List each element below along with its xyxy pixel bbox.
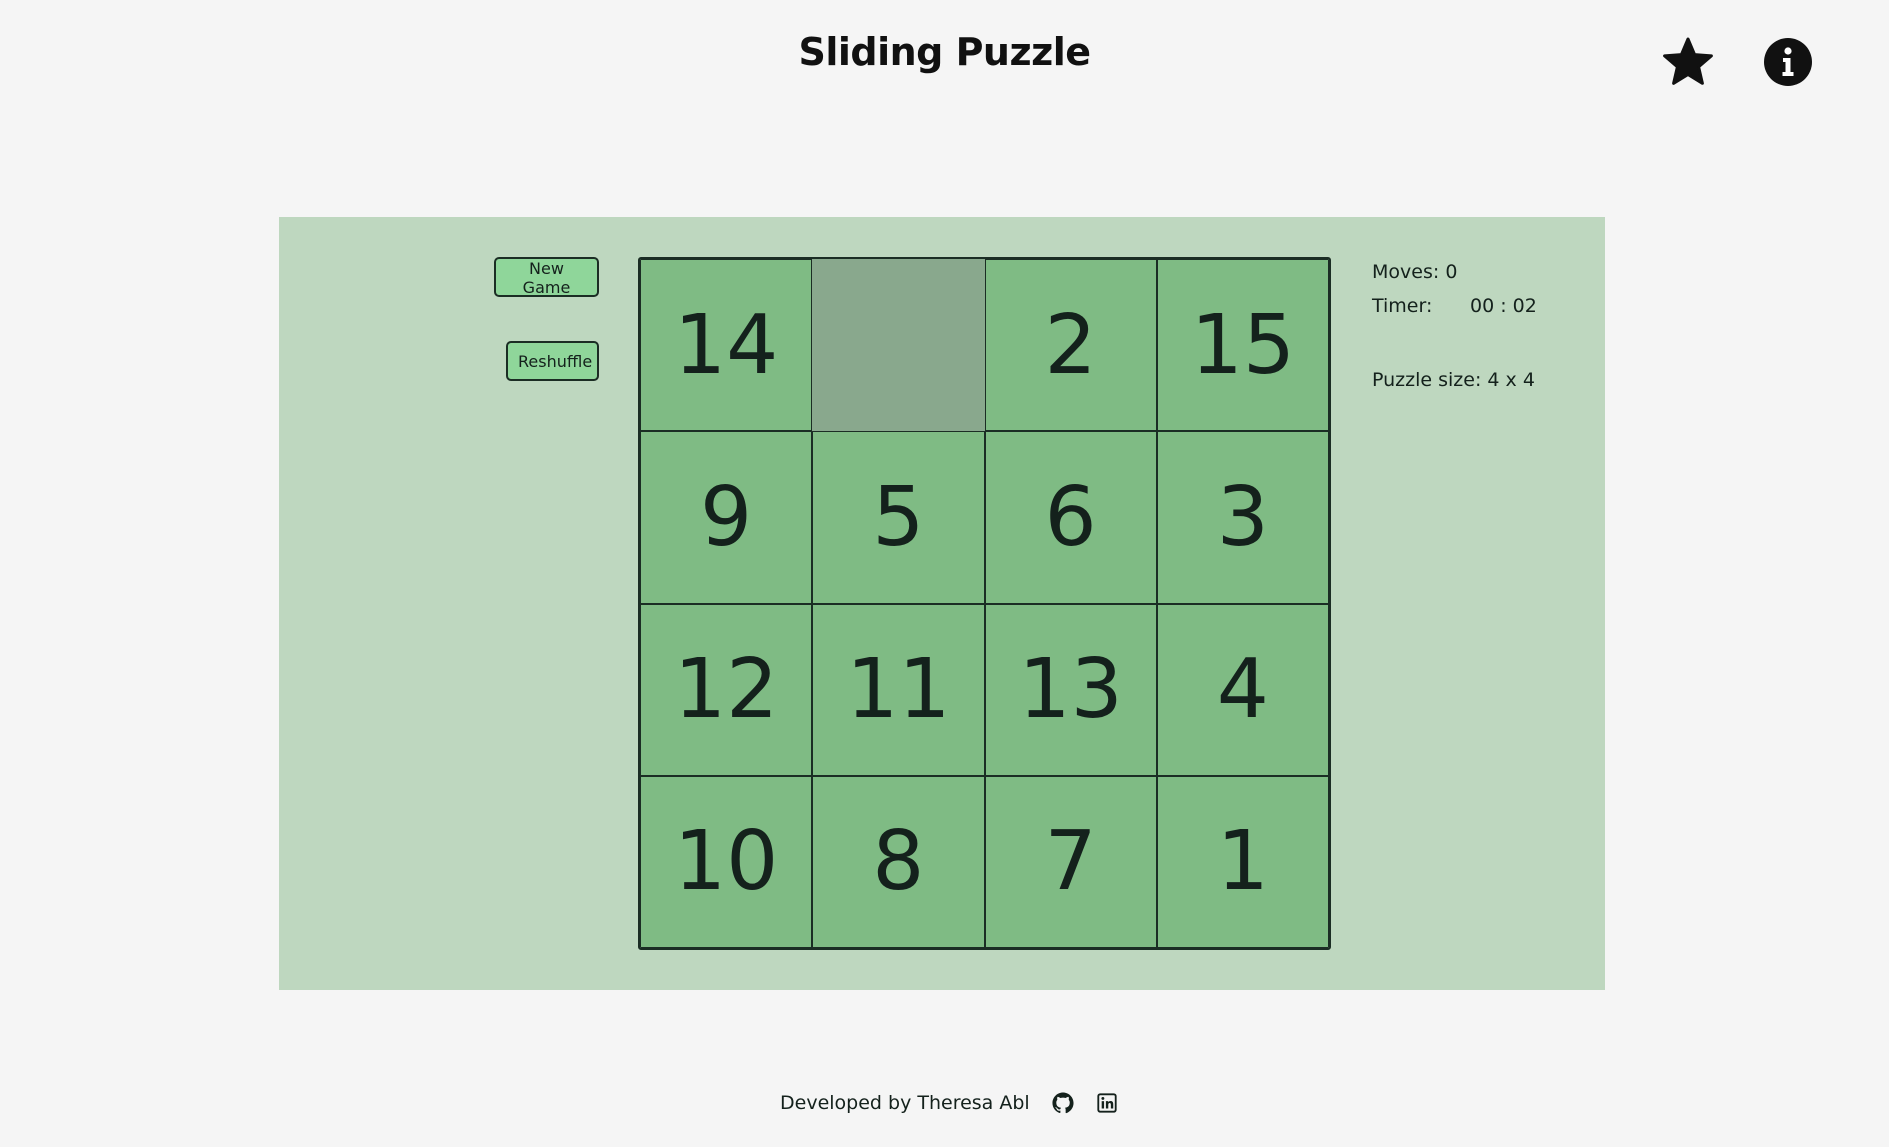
game-stats: Moves: 0 Timer: 00 : 02 Puzzle size: 4 x … [1372,255,1537,397]
moves-value: 0 [1445,261,1458,283]
puzzle-tile[interactable]: 12 [640,603,813,776]
puzzle-size-label: Puzzle size: [1372,369,1482,391]
puzzle-tile[interactable]: 8 [812,775,985,948]
timer-value: 00 : 02 [1470,295,1537,317]
linkedin-icon[interactable] [1096,1092,1118,1114]
moves-counter: Moves: 0 [1372,255,1537,289]
game-panel: New Game Reshuffle 14 2 15 9 5 6 3 12 11… [279,217,1605,990]
puzzle-tile[interactable]: 2 [984,259,1157,432]
puzzle-tile[interactable]: 4 [1156,603,1329,776]
puzzle-tile[interactable]: 9 [640,431,813,604]
reshuffle-button[interactable]: Reshuffle [506,341,599,381]
puzzle-board: 14 2 15 9 5 6 3 12 11 13 4 10 8 7 1 [638,257,1331,950]
footer-credit: Developed by Theresa Abl [780,1092,1030,1114]
puzzle-tile[interactable]: 14 [640,259,813,432]
new-game-button[interactable]: New Game [494,257,599,297]
puzzle-tile[interactable]: 7 [984,775,1157,948]
footer: Developed by Theresa Abl [780,1092,1118,1114]
empty-slot [812,259,985,432]
puzzle-tile[interactable]: 6 [984,431,1157,604]
info-icon[interactable] [1762,36,1814,88]
puzzle-tile[interactable]: 3 [1156,431,1329,604]
puzzle-size-value: 4 x 4 [1487,369,1535,391]
puzzle-tile[interactable]: 15 [1156,259,1329,432]
timer: Timer: 00 : 02 [1372,289,1537,323]
timer-label: Timer: [1372,295,1433,317]
puzzle-size: Puzzle size: 4 x 4 [1372,363,1537,397]
page-title: Sliding Puzzle [798,30,1091,74]
puzzle-tile[interactable]: 13 [984,603,1157,776]
puzzle-tile[interactable]: 10 [640,775,813,948]
github-icon[interactable] [1052,1092,1074,1114]
puzzle-tile[interactable]: 1 [1156,775,1329,948]
star-icon[interactable] [1662,36,1714,88]
moves-label: Moves: [1372,261,1440,283]
puzzle-tile[interactable]: 11 [812,603,985,776]
puzzle-tile[interactable]: 5 [812,431,985,604]
